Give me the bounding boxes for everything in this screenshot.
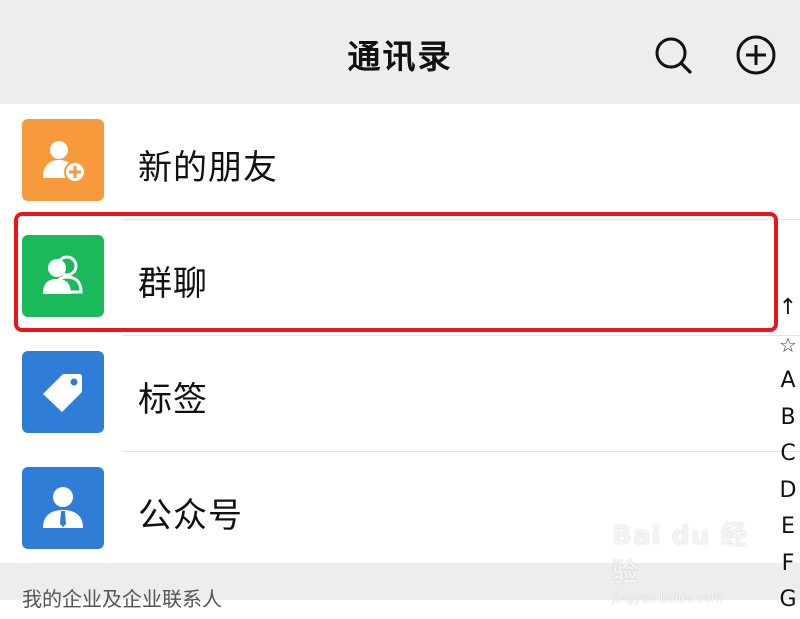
highlight-annotation <box>14 212 778 332</box>
search-button[interactable] <box>651 33 695 77</box>
top-bar: 通讯录 <box>0 0 800 104</box>
index-item-g[interactable]: G <box>776 582 800 619</box>
add-friend-icon <box>22 119 104 201</box>
search-icon <box>655 37 692 74</box>
index-item-star[interactable]: ☆ <box>776 327 800 364</box>
index-item-top[interactable]: ↑ <box>776 290 800 327</box>
index-item-f[interactable]: F <box>776 546 800 583</box>
plus-circle-icon <box>736 35 776 75</box>
list-item-new-friends[interactable]: 新的朋友 <box>0 104 800 219</box>
add-button[interactable] <box>734 33 778 77</box>
list-item-official-accounts[interactable]: 公众号 <box>0 452 800 567</box>
section-header: 我的企业及企业联系人 <box>0 563 800 611</box>
list-item-label: 标签 <box>138 380 208 420</box>
section-label: 我的企业及企业联系人 <box>22 587 222 611</box>
list-item-label: 新的朋友 <box>138 148 278 188</box>
list-item-label: 公众号 <box>138 496 243 536</box>
index-item-e[interactable]: E <box>776 509 800 546</box>
tag-icon <box>22 351 104 433</box>
index-item-c[interactable]: C <box>776 436 800 473</box>
official-account-icon <box>22 467 104 549</box>
list-item-tags[interactable]: 标签 <box>0 336 800 451</box>
alphabet-index-bar[interactable]: ↑ ☆ A B C D E F G <box>776 290 800 619</box>
index-item-b[interactable]: B <box>776 400 800 437</box>
index-item-a[interactable]: A <box>776 363 800 400</box>
index-item-d[interactable]: D <box>776 473 800 510</box>
